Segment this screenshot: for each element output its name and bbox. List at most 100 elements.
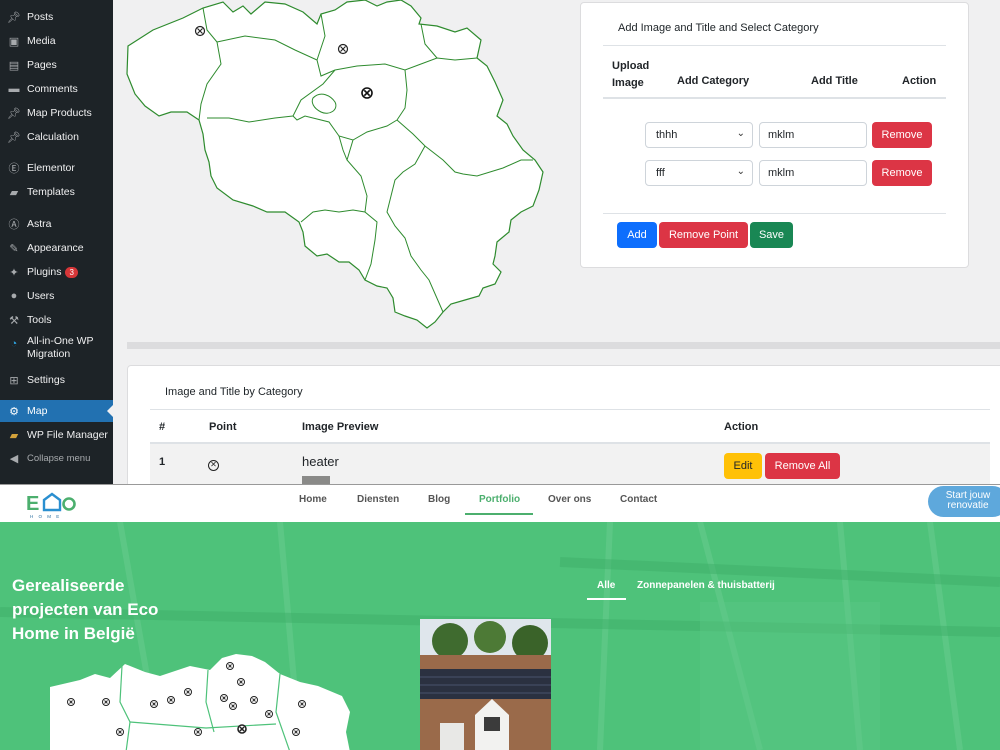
sidebar-item-map-products[interactable]: 📌︎ Map Products — [0, 102, 113, 124]
gear-icon: ⚙ — [9, 405, 19, 418]
header-upload-image: Upload Image — [612, 60, 650, 89]
sidebar-item-label: Elementor — [27, 162, 75, 174]
header-action: Action — [902, 75, 937, 87]
remove-row-button[interactable]: Remove — [872, 160, 932, 186]
start-renovation-button[interactable]: Start jouw renovatie — [928, 486, 1000, 517]
sidebar-item-label: Pages — [27, 59, 57, 71]
category-select[interactable]: thhh ⌄ — [645, 122, 753, 148]
nav-contact[interactable]: Contact — [620, 494, 657, 505]
sidebar-item-label: WP File Manager — [27, 429, 108, 441]
nav-home[interactable]: Home — [299, 494, 327, 505]
category-select[interactable]: fff ⌄ — [645, 160, 753, 186]
sidebar-item-migration[interactable]: ◔ All-in-One WP Migration — [0, 335, 113, 365]
pin-icon: 📌︎ — [7, 11, 21, 24]
active-menu-arrow — [107, 404, 114, 418]
save-button[interactable]: Save — [750, 222, 793, 248]
settings-icon: ⊞ — [9, 374, 19, 387]
table-row: 1 ✕ heater Edit Remove All — [150, 444, 990, 484]
hero-section: Gerealiseerde projecten van Eco Home in … — [0, 522, 1000, 750]
sidebar-item-label: Calculation — [27, 131, 79, 143]
header-index: # — [159, 421, 166, 433]
remove-row-button[interactable]: Remove — [872, 122, 932, 148]
sidebar-item-tools[interactable]: ⚒ Tools — [0, 309, 113, 331]
sidebar-item-label: Collapse menu — [27, 452, 91, 464]
sidebar-item-comments[interactable]: ▬ Comments — [0, 78, 113, 100]
user-icon: ● — [10, 290, 18, 302]
divider — [603, 213, 946, 214]
image-preview-thumbnail — [302, 476, 330, 484]
form-table-header: Upload Image Add Category Add Title Acti… — [603, 45, 946, 99]
table-header: # Point Image Preview Action — [150, 409, 990, 444]
svg-text:E: E — [26, 493, 39, 515]
migration-icon: ◔ — [10, 338, 18, 350]
nav-over-ons[interactable]: Over ons — [548, 494, 591, 505]
wrench-icon: ⚒ — [9, 314, 19, 327]
title-input[interactable]: mklm — [759, 122, 867, 148]
header-point: Point — [209, 421, 237, 433]
astra-icon: Ⓐ — [8, 219, 20, 231]
folder-icon: ▰ — [9, 429, 19, 442]
website-screen: E H O M E Home Diensten Blog Portfolio O… — [0, 484, 1000, 750]
eco-home-logo[interactable]: E H O M E — [24, 488, 82, 520]
wp-admin-screen: 📌︎ Posts ▣ Media ▤ Pages ▬ Comments 📌︎ Map Pr… — [0, 0, 1000, 484]
nav-portfolio[interactable]: Portfolio — [479, 494, 520, 505]
filter-solar[interactable]: Zonnepanelen & thuisbatterij — [637, 580, 775, 591]
edit-button[interactable]: Edit — [724, 453, 762, 479]
row-index: 1 — [159, 456, 166, 468]
header-add-title: Add Title — [811, 75, 858, 87]
sidebar-item-label: Media — [27, 35, 56, 47]
pin-icon: 📌︎ — [7, 131, 21, 144]
remove-all-button[interactable]: Remove All — [765, 453, 840, 479]
card-title: Image and Title by Category — [165, 386, 303, 398]
sidebar-item-label: Map Products — [27, 107, 92, 119]
sidebar-item-elementor[interactable]: Ⓔ Elementor — [0, 157, 113, 179]
nav-blog[interactable]: Blog — [428, 494, 450, 505]
admin-sidebar: 📌︎ Posts ▣ Media ▤ Pages ▬ Comments 📌︎ Map Pr… — [0, 0, 113, 484]
sidebar-item-label: Users — [27, 290, 55, 302]
sidebar-item-label: Templates — [27, 186, 75, 198]
remove-point-button[interactable]: Remove Point — [659, 222, 748, 248]
nav-diensten[interactable]: Diensten — [357, 494, 399, 505]
page-icon: ▤ — [8, 59, 20, 72]
title-input[interactable]: mklm — [759, 160, 867, 186]
sidebar-item-label: Plugins — [27, 266, 62, 278]
add-button[interactable]: Add — [617, 222, 657, 248]
plug-icon: ✦ — [9, 266, 19, 279]
add-image-form-card: Add Image and Title and Select Category … — [580, 2, 969, 268]
point-marker-icon: ✕ — [208, 456, 219, 471]
belgium-projects-map[interactable] — [50, 652, 350, 750]
chevron-down-icon: ⌄ — [736, 166, 745, 177]
sidebar-item-pages[interactable]: ▤ Pages — [0, 54, 113, 76]
header-image-preview: Image Preview — [302, 421, 379, 433]
sidebar-item-settings[interactable]: ⊞ Settings — [0, 369, 113, 391]
belgium-map[interactable] — [125, 0, 545, 330]
chevron-down-icon: ⌄ — [736, 128, 745, 139]
sidebar-item-label: Tools — [27, 314, 52, 326]
sidebar-item-label: Posts — [27, 11, 54, 23]
sidebar-item-map[interactable]: ⚙ Map — [0, 400, 113, 422]
site-navbar: E H O M E Home Diensten Blog Portfolio O… — [0, 484, 1000, 522]
collapse-menu-button[interactable]: ◀ Collapse menu — [0, 447, 113, 469]
svg-text:H O M E: H O M E — [30, 514, 61, 519]
sidebar-item-plugins[interactable]: ✦ Plugins 3 — [0, 261, 113, 283]
sidebar-item-calculation[interactable]: 📌︎ Calculation — [0, 126, 113, 148]
sidebar-item-appearance[interactable]: ✎ Appearance — [0, 237, 113, 259]
sidebar-item-media[interactable]: ▣ Media — [0, 30, 113, 52]
sidebar-item-label: Astra — [27, 218, 52, 230]
update-count-badge: 3 — [65, 266, 78, 278]
sidebar-item-file-manager[interactable]: ▰ WP File Manager — [0, 424, 113, 446]
brush-icon: ✎ — [9, 242, 19, 255]
folder-icon: ▰ — [9, 186, 19, 199]
hero-title: Gerealiseerde projecten van Eco Home in … — [12, 576, 159, 643]
section-separator — [127, 342, 1000, 349]
pin-icon: 📌︎ — [7, 107, 21, 120]
header-action: Action — [724, 421, 759, 433]
card-title: Add Image and Title and Select Category — [618, 22, 819, 34]
sidebar-item-astra[interactable]: Ⓐ Astra — [0, 213, 113, 235]
sidebar-item-users[interactable]: ● Users — [0, 285, 113, 307]
sidebar-item-templates[interactable]: ▰ Templates — [0, 181, 113, 203]
sidebar-item-label: Settings — [27, 374, 65, 386]
project-photo[interactable] — [420, 619, 551, 750]
filter-alle[interactable]: Alle — [597, 580, 615, 591]
sidebar-item-posts[interactable]: 📌︎ Posts — [0, 6, 113, 28]
